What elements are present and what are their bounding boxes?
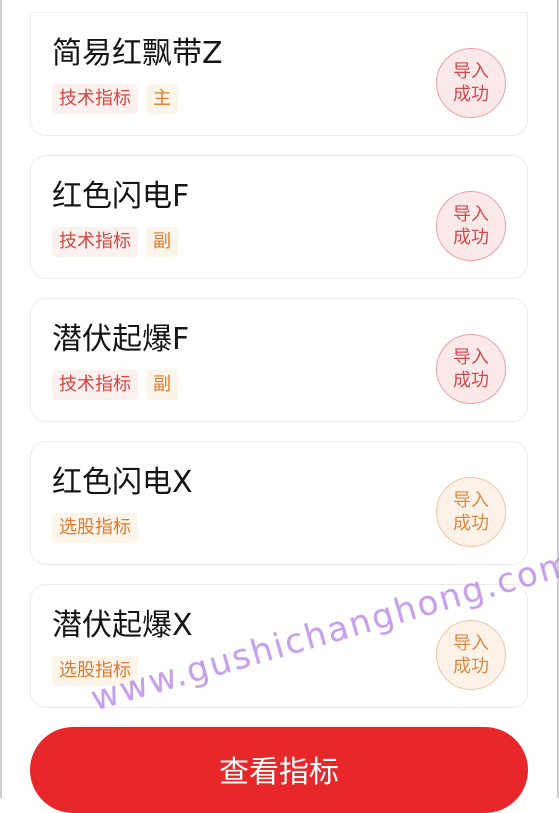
indicator-title: 简易红飘带Z	[52, 36, 223, 71]
indicator-title: 潜伏起爆F	[52, 322, 190, 357]
tag-group: 技术指标 副	[52, 370, 178, 400]
tag-group: 选股指标	[52, 656, 138, 686]
type-tag: 技术指标	[52, 84, 138, 114]
import-status-text: 导入成功	[453, 347, 489, 391]
indicator-list: 简易红飘带Z 技术指标 主 导入成功 红色闪电F 技术指标 副 导入成功 潜伏起…	[30, 12, 528, 727]
import-status-text: 导入成功	[453, 204, 489, 248]
import-status-stamp: 导入成功	[436, 477, 506, 547]
import-status-stamp: 导入成功	[436, 191, 506, 261]
import-status-stamp: 导入成功	[436, 620, 506, 690]
position-tag: 主	[146, 84, 178, 114]
import-status-text: 导入成功	[453, 490, 489, 534]
import-status-text: 导入成功	[453, 61, 489, 105]
type-tag: 选股指标	[52, 513, 138, 543]
indicator-title: 红色闪电X	[52, 465, 193, 500]
import-status-stamp: 导入成功	[436, 48, 506, 118]
import-status-stamp: 导入成功	[436, 334, 506, 404]
type-tag: 技术指标	[52, 227, 138, 257]
indicator-card[interactable]: 红色闪电X 选股指标 导入成功	[30, 441, 528, 565]
indicator-card[interactable]: 潜伏起爆X 选股指标 导入成功	[30, 584, 528, 708]
tag-group: 选股指标	[52, 513, 138, 543]
tag-group: 技术指标 副	[52, 227, 178, 257]
indicator-card[interactable]: 简易红飘带Z 技术指标 主 导入成功	[30, 12, 528, 136]
position-tag: 副	[146, 370, 178, 400]
indicator-card[interactable]: 红色闪电F 技术指标 副 导入成功	[30, 155, 528, 279]
indicator-title: 潜伏起爆X	[52, 608, 193, 643]
indicator-title: 红色闪电F	[52, 179, 190, 214]
type-tag: 技术指标	[52, 370, 138, 400]
indicator-card[interactable]: 潜伏起爆F 技术指标 副 导入成功	[30, 298, 528, 422]
view-indicators-button[interactable]: 查看指标	[30, 727, 528, 813]
position-tag: 副	[146, 227, 178, 257]
type-tag: 选股指标	[52, 656, 138, 686]
tag-group: 技术指标 主	[52, 84, 178, 114]
import-status-text: 导入成功	[453, 633, 489, 677]
